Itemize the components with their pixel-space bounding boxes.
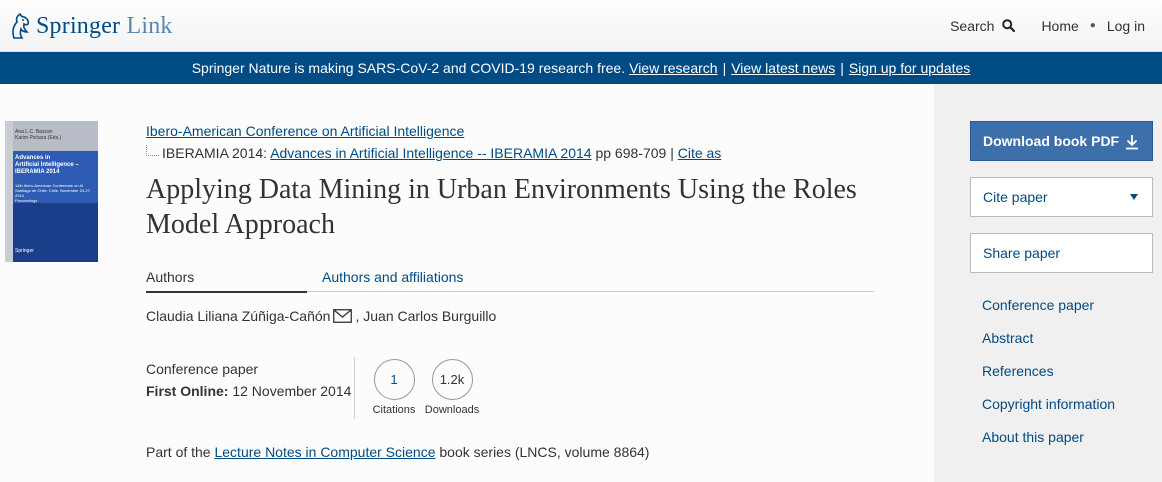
author-list: Claudia Liliana Zúñiga-Cañón , Juan Carl…: [146, 308, 496, 324]
content-type: Conference paper: [146, 361, 259, 377]
view-latest-news-link[interactable]: View latest news: [731, 60, 835, 76]
sidebar-link-references[interactable]: References: [982, 363, 1054, 379]
cover-publisher: Springer: [15, 248, 34, 254]
author-name[interactable]: Claudia Liliana Zúñiga-Cañón: [146, 308, 330, 324]
citations-label: Citations: [372, 404, 416, 416]
banner-message: Springer Nature is making SARS-CoV-2 and…: [191, 60, 626, 76]
authors-tabs: Authors Authors and affiliations: [146, 267, 874, 293]
banner-separator: |: [840, 60, 844, 76]
sidebar-link-conference-paper[interactable]: Conference paper: [982, 297, 1094, 313]
search-icon: [1002, 19, 1016, 32]
proceedings-line: IBERAMIA 2014: Advances in Artificial In…: [146, 145, 721, 161]
springer-horse-icon: [12, 12, 30, 39]
proceedings-link[interactable]: Advances in Artificial Intelligence -- I…: [270, 145, 591, 161]
covid-banner: Springer Nature is making SARS-CoV-2 and…: [0, 52, 1162, 84]
chevron-down-icon: [1130, 194, 1138, 200]
page-range: pp 698-709: [595, 145, 667, 161]
citations-metric[interactable]: 1 Citations: [364, 359, 424, 416]
download-pdf-button[interactable]: Download book PDF: [970, 121, 1153, 161]
first-online-date: 12 November 2014: [232, 383, 352, 399]
series-link[interactable]: Lecture Notes in Computer Science: [214, 444, 435, 460]
cite-paper-button[interactable]: Cite paper: [970, 177, 1153, 217]
sidebar-link-abstract[interactable]: Abstract: [982, 330, 1033, 346]
download-icon: [1126, 135, 1138, 150]
meta-divider: [354, 357, 355, 419]
downloads-count: 1.2k: [431, 359, 473, 400]
email-icon[interactable]: [333, 309, 353, 323]
paper-title: Applying Data Mining in Urban Environmen…: [146, 174, 857, 240]
nav-separator-dot: ●: [1089, 20, 1096, 31]
logo-light: Link: [120, 12, 173, 39]
first-online-label: First Online:: [146, 383, 229, 399]
sidebar-link-copyright[interactable]: Copyright information: [982, 396, 1115, 412]
conference-link[interactable]: Ibero-American Conference on Artificial …: [146, 123, 464, 139]
downloads-metric: 1.2k Downloads: [422, 359, 482, 416]
sidebar-link-about[interactable]: About this paper: [982, 429, 1084, 445]
download-pdf-label: Download book PDF: [983, 133, 1120, 149]
site-header: Springer Link Search Home ● Log in: [0, 0, 1162, 52]
cite-as-link[interactable]: Cite as: [678, 145, 722, 161]
logo-text: Springer Link: [36, 13, 173, 40]
logo-main: Springer: [36, 12, 121, 39]
springer-link-logo[interactable]: Springer Link: [8, 9, 173, 43]
downloads-label: Downloads: [424, 404, 480, 416]
share-paper-label: Share paper: [983, 245, 1061, 261]
series-suffix: book series (LNCS, volume 8864): [439, 444, 650, 460]
proceedings-prefix: IBERAMIA 2014:: [162, 145, 268, 161]
login-link[interactable]: Log in: [1107, 18, 1145, 34]
tab-authors-affiliations[interactable]: Authors and affiliations: [322, 269, 463, 285]
banner-separator: |: [722, 60, 727, 76]
first-online: First Online: 12 November 2014: [146, 380, 351, 402]
view-research-link[interactable]: View research: [629, 60, 717, 76]
citations-count: 1: [373, 359, 415, 400]
share-paper-button[interactable]: Share paper: [970, 233, 1153, 273]
pipe-separator: |: [670, 145, 674, 161]
cover-editors: Ana L.C. Bazzan Karim Pichara (Eds.): [15, 129, 62, 141]
search-toggle[interactable]: Search: [950, 17, 1016, 34]
book-cover-image[interactable]: Ana L.C. Bazzan Karim Pichara (Eds.) Adv…: [5, 121, 98, 262]
top-nav: Search Home ● Log in: [950, 0, 1162, 51]
series-prefix: Part of the: [146, 444, 211, 460]
cite-paper-label: Cite paper: [983, 189, 1048, 205]
search-label: Search: [950, 17, 995, 34]
cover-subtitle: 14th Ibero-American Conference on AI San…: [15, 183, 92, 203]
series-info: Part of the Lecture Notes in Computer Sc…: [146, 444, 649, 460]
author-name[interactable]: , Juan Carlos Burguillo: [355, 308, 496, 324]
tree-connector-icon: [146, 145, 159, 156]
cover-title: Advances in Artificial Intelligence – IB…: [15, 155, 79, 175]
publication-meta: Conference paper First Online: 12 Novemb…: [146, 358, 351, 402]
sign-up-updates-link[interactable]: Sign up for updates: [849, 60, 970, 76]
home-link[interactable]: Home: [1041, 18, 1078, 34]
tab-authors[interactable]: Authors: [146, 269, 307, 293]
